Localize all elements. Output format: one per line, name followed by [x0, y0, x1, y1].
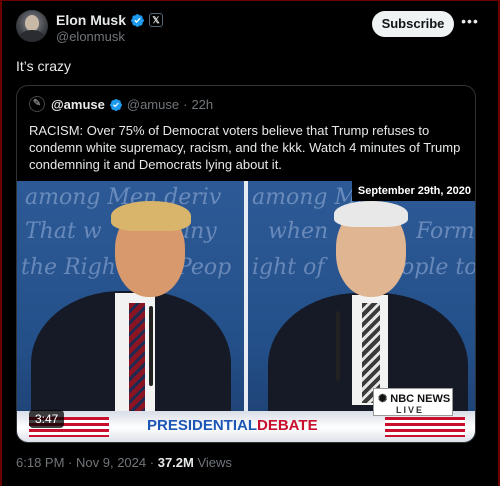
views-count[interactable]: 37.2M: [158, 455, 194, 470]
x-affiliation-badge: 𝕏: [149, 13, 164, 27]
video-duration: 3:47: [29, 410, 65, 428]
banner-stripes-right: [385, 417, 465, 437]
backdrop-text: when: [268, 219, 329, 244]
author-name-row: Elon Musk 𝕏: [56, 12, 164, 28]
avatar-head: [25, 15, 39, 31]
tweet-text: It’s crazy: [16, 58, 71, 74]
left-speaker-mic: [149, 306, 153, 386]
author-avatar[interactable]: [16, 10, 48, 42]
backdrop-text: the Righ: [21, 255, 116, 280]
debate-title-part2: DEBATE: [257, 417, 318, 434]
avatar-shoulders: [19, 30, 45, 42]
backdrop-text: That w: [25, 219, 102, 244]
backdrop-text: Form: [416, 219, 475, 244]
quoted-author-name[interactable]: @amuse: [51, 97, 105, 112]
debate-title-part1: PRESIDENTIAL: [147, 417, 258, 434]
nbc-peacock-icon: ✺ NBC NEWS: [378, 393, 451, 405]
meta-separator: ·: [149, 455, 155, 470]
quoted-tweet[interactable]: ✎ @amuse @amuse · 22h RACISM: Over 75% o…: [16, 85, 476, 443]
quoted-verified-badge-icon: [109, 98, 122, 111]
views-label: Views: [197, 455, 232, 470]
left-speaker-tie: [129, 303, 145, 413]
more-options-icon[interactable]: •••: [460, 12, 480, 32]
right-speaker-hair: [334, 201, 408, 227]
nbc-news-label: NBC NEWS: [390, 393, 451, 405]
author-handle[interactable]: @elonmusk: [56, 29, 125, 44]
quoted-separator: ·: [183, 97, 188, 112]
author-name[interactable]: Elon Musk: [56, 12, 126, 28]
tweet-time[interactable]: 6:18 PM: [16, 455, 64, 470]
live-label: LIVE: [396, 405, 425, 415]
quoted-author-handle: @amuse: [126, 97, 180, 112]
subscribe-button[interactable]: Subscribe: [372, 11, 454, 37]
video-date-label: September 29th, 2020: [351, 181, 475, 201]
quoted-author-row: @amuse @amuse · 22h: [51, 97, 213, 112]
nbc-news-bug: ✺ NBC NEWS LIVE: [373, 388, 453, 416]
verified-badge-icon: [131, 13, 144, 27]
meta-separator: ·: [68, 455, 73, 470]
left-speaker-hair: [111, 201, 191, 231]
debate-title: PRESIDENTIALDEBATE: [147, 417, 318, 434]
quoted-author-avatar: ✎: [29, 96, 45, 112]
tweet-date[interactable]: Nov 9, 2024: [76, 455, 146, 470]
tweet-meta: 6:18 PM · Nov 9, 2024 · 37.2M Views: [16, 455, 232, 470]
video-player[interactable]: among Men deriv That w any the Righ Peop…: [17, 181, 475, 442]
quoted-tweet-text: RACISM: Over 75% of Democrat voters beli…: [29, 123, 461, 172]
video-left-panel: among Men deriv That w any the Righ Peop: [17, 181, 244, 442]
backdrop-text: ight of: [252, 255, 325, 280]
backdrop-text: Peop: [177, 255, 232, 280]
quoted-timestamp[interactable]: 22h: [191, 97, 213, 112]
right-speaker-mic: [336, 311, 340, 381]
